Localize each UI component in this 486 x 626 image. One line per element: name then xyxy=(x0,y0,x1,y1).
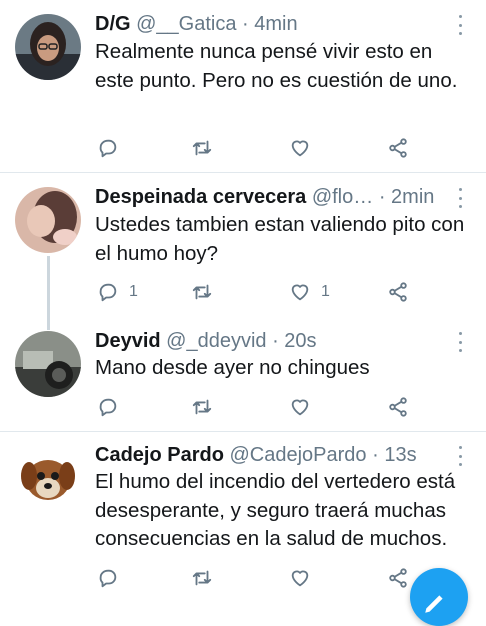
tweet-text: El humo del incendio del vertedero está … xyxy=(95,470,456,550)
retweet-icon xyxy=(192,284,212,300)
reply-icon xyxy=(99,139,117,158)
tweet-header: Despeinada cervecera @flo… · 2min xyxy=(95,183,446,211)
user-handle[interactable]: @_ddeyvid xyxy=(166,330,266,352)
more-options-icon[interactable] xyxy=(456,446,464,466)
user-handle[interactable]: @__Gatica xyxy=(136,13,236,35)
tweet-actions xyxy=(95,136,415,160)
retweet-icon xyxy=(192,399,212,415)
share-icon xyxy=(389,568,407,588)
display-name[interactable]: Despeinada cervecera xyxy=(95,186,306,208)
heart-icon xyxy=(291,570,309,587)
tweet-text: Ustedes tambien estan valiendo pito con … xyxy=(95,213,465,265)
timestamp[interactable]: · 4min xyxy=(242,13,298,35)
more-options-icon[interactable] xyxy=(456,15,464,35)
display-name[interactable]: Cadejo Pardo xyxy=(95,444,224,466)
like-button[interactable] xyxy=(289,395,311,419)
timestamp[interactable]: · 2min xyxy=(379,186,435,208)
reply-icon xyxy=(99,398,117,417)
tweet-3[interactable]: Deyvid @_ddeyvid · 20s Mano desde ayer n… xyxy=(0,313,486,431)
tweet-2[interactable]: Despeinada cervecera @flo… · 2min Ustede… xyxy=(0,173,486,313)
tweet-4[interactable]: Cadejo Pardo @CadejoPardo · 13s El humo … xyxy=(0,432,486,600)
like-button[interactable] xyxy=(289,566,311,590)
share-icon xyxy=(389,138,407,158)
timestamp[interactable]: · 13s xyxy=(372,444,416,466)
reply-count: 1 xyxy=(129,283,138,300)
more-options-icon[interactable] xyxy=(456,332,464,352)
tweet-text: Realmente nunca pensé vivir esto en este… xyxy=(95,40,458,92)
display-name[interactable]: D/G xyxy=(95,13,131,35)
retweet-icon xyxy=(192,140,212,156)
user-handle[interactable]: @flo… xyxy=(312,186,373,208)
user-handle[interactable]: @CadejoPardo xyxy=(229,444,366,466)
like-count: 1 xyxy=(321,283,330,300)
reply-button[interactable] xyxy=(97,566,119,590)
tweet-header: Deyvid @_ddeyvid · 20s xyxy=(95,327,446,355)
reply-icon xyxy=(99,569,117,588)
tweet-text: Mano desde ayer no chingues xyxy=(95,356,370,379)
avatar[interactable] xyxy=(15,14,81,80)
retweet-button[interactable] xyxy=(191,395,213,419)
reply-button[interactable] xyxy=(97,136,119,160)
share-button[interactable] xyxy=(387,280,409,304)
avatar[interactable] xyxy=(15,446,81,512)
compose-icon xyxy=(425,595,443,613)
timestamp[interactable]: · 20s xyxy=(272,330,316,352)
like-button[interactable] xyxy=(289,136,311,160)
tweet-1[interactable]: D/G @__Gatica · 4min Realmente nunca pen… xyxy=(0,0,486,172)
tweet-actions xyxy=(95,395,415,419)
like-button[interactable]: 1 xyxy=(289,280,330,304)
share-button[interactable] xyxy=(387,566,409,590)
share-icon xyxy=(389,397,407,417)
avatar[interactable] xyxy=(15,331,81,397)
heart-icon xyxy=(291,284,309,301)
retweet-button[interactable] xyxy=(191,566,213,590)
retweet-icon xyxy=(192,570,212,586)
tweet-actions: 1 1 xyxy=(95,280,415,304)
reply-button[interactable] xyxy=(97,395,119,419)
more-options-icon[interactable] xyxy=(456,188,464,208)
reply-button[interactable]: 1 xyxy=(97,280,138,304)
avatar[interactable] xyxy=(15,187,81,253)
share-icon xyxy=(389,282,407,302)
share-button[interactable] xyxy=(387,136,409,160)
retweet-button[interactable] xyxy=(191,280,213,304)
heart-icon xyxy=(291,399,309,416)
tweet-actions xyxy=(95,566,415,590)
share-button[interactable] xyxy=(387,395,409,419)
heart-icon xyxy=(291,140,309,157)
tweet-header: Cadejo Pardo @CadejoPardo · 13s xyxy=(95,441,446,469)
display-name[interactable]: Deyvid xyxy=(95,330,161,352)
tweet-header: D/G @__Gatica · 4min xyxy=(95,10,446,38)
compose-tweet-button[interactable] xyxy=(410,568,468,626)
retweet-button[interactable] xyxy=(191,136,213,160)
reply-icon xyxy=(99,283,117,302)
